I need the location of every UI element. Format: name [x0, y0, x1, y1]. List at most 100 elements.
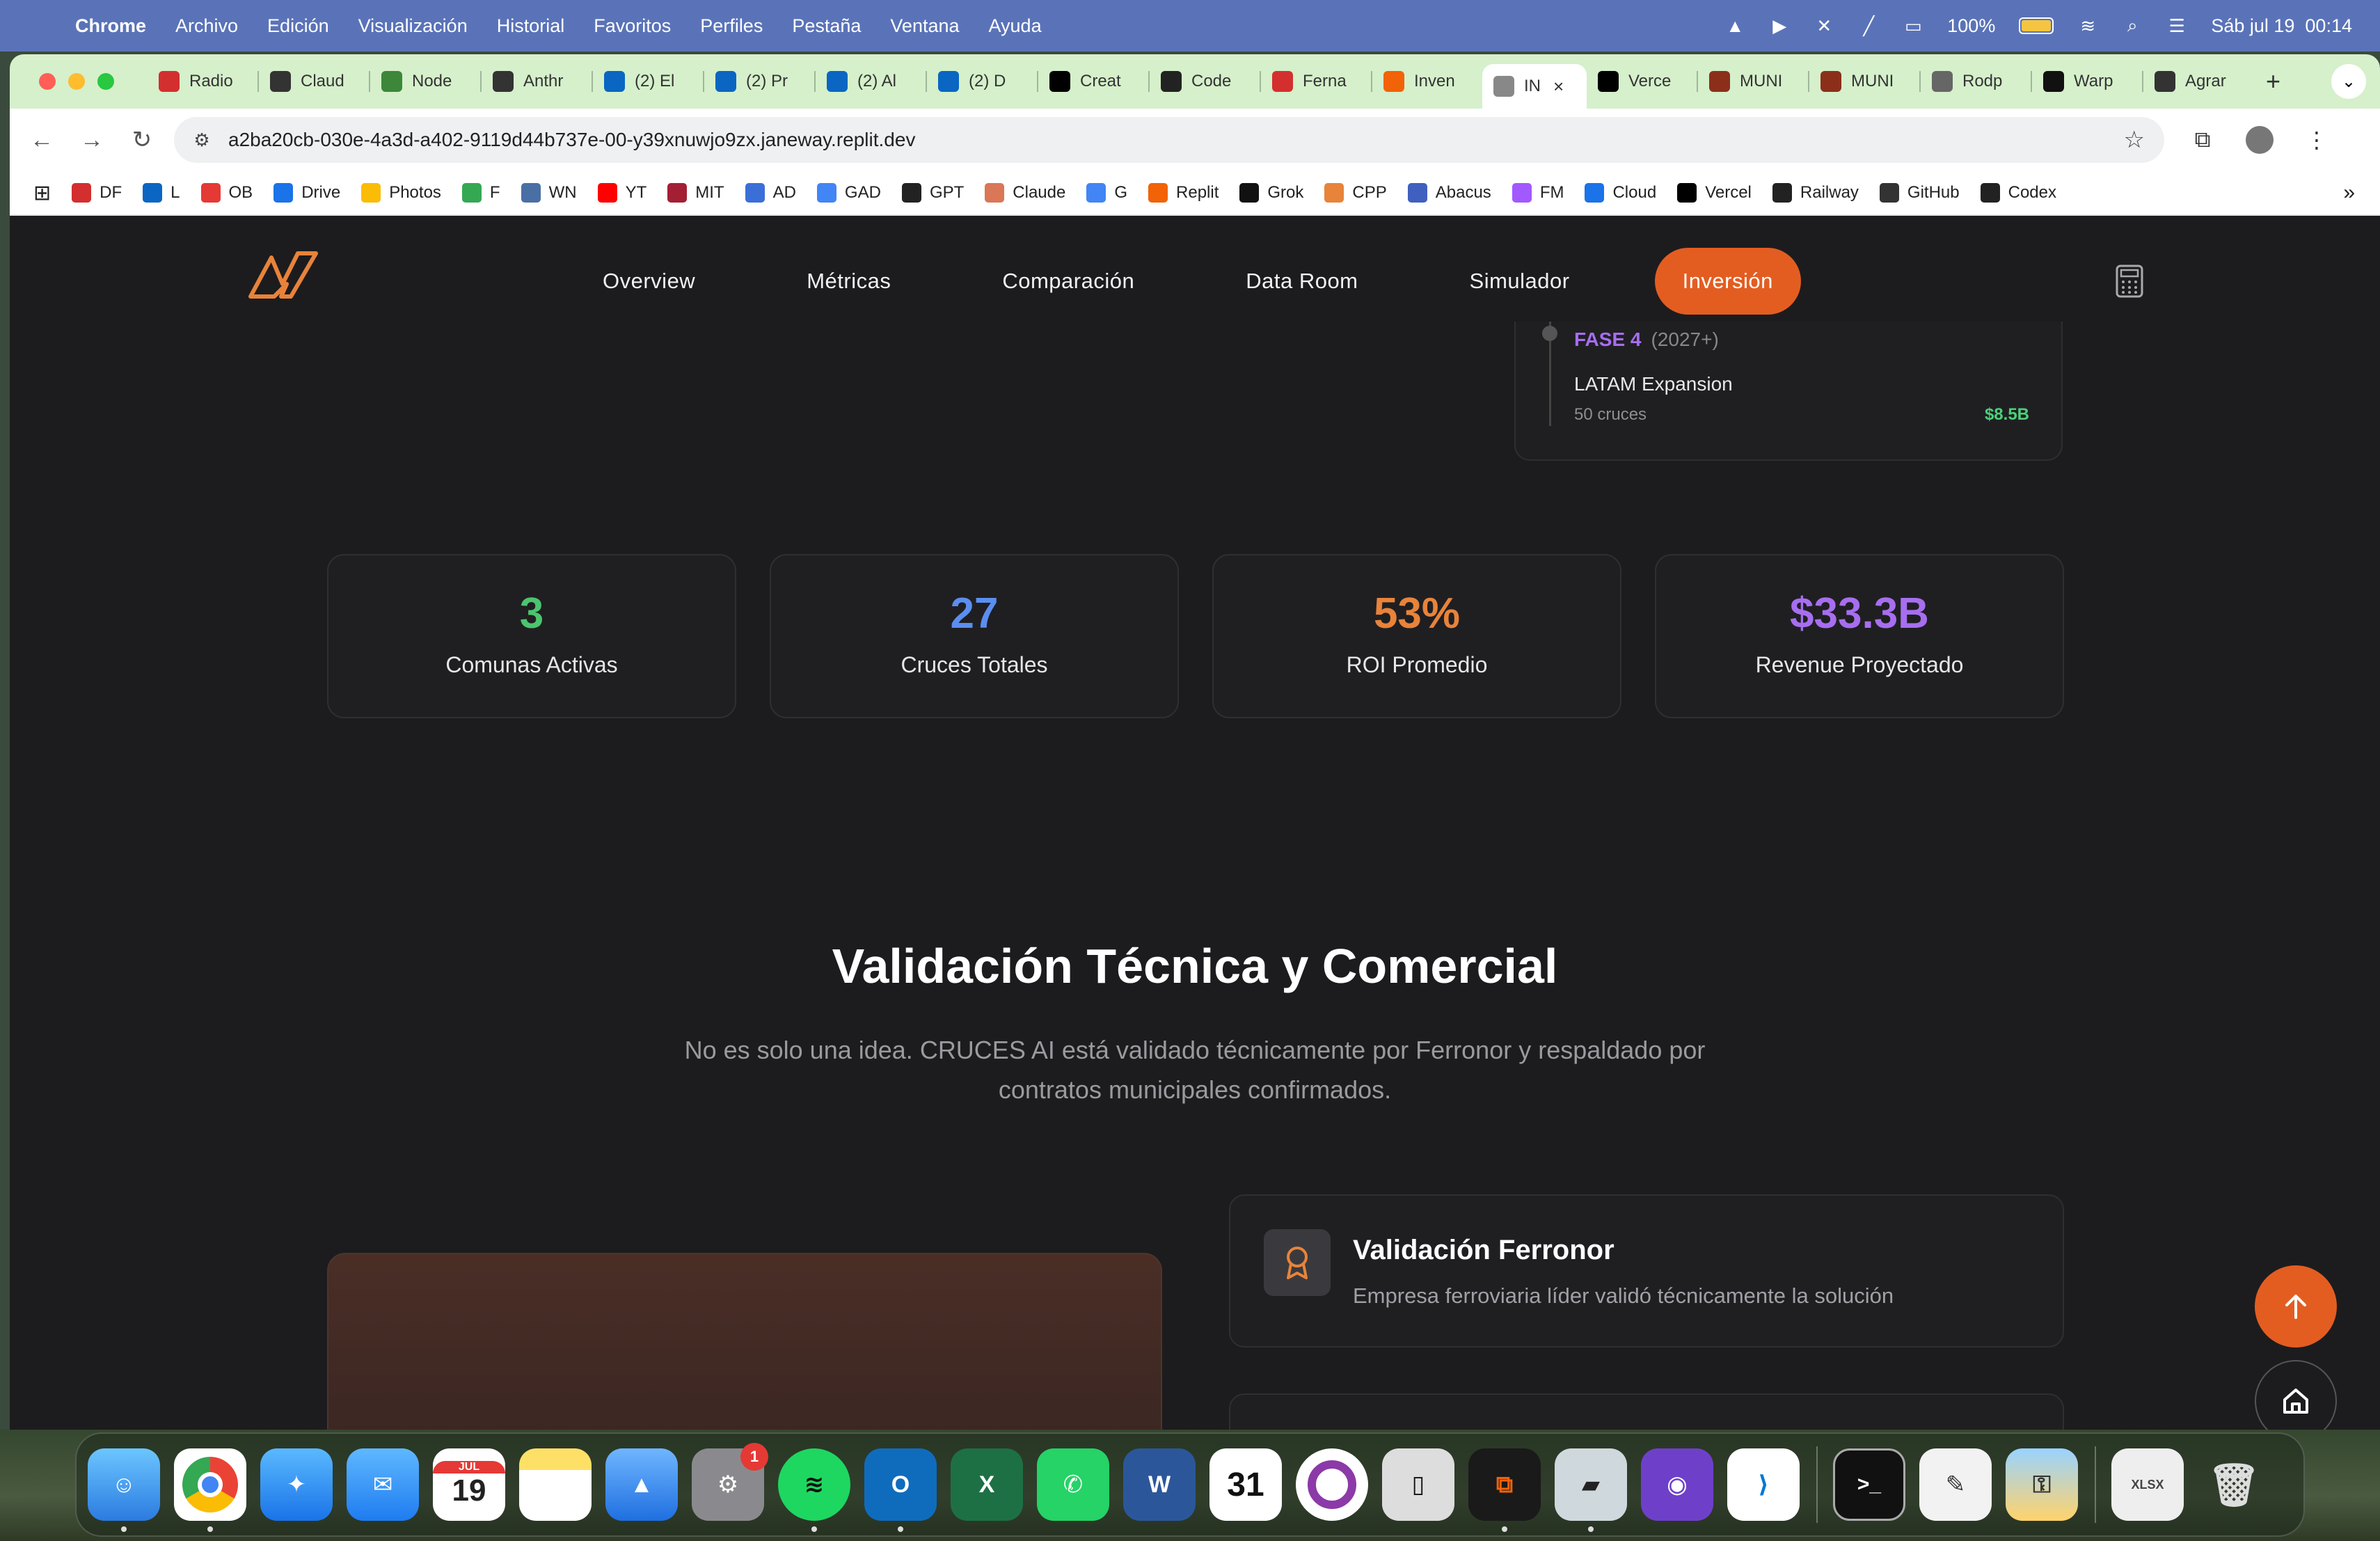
bookmark-star-icon[interactable]: ☆	[2124, 126, 2145, 154]
bookmark-claude[interactable]: Claude	[985, 183, 1065, 203]
url-text[interactable]: a2ba20cb-030e-4a3d-a402-9119d44b737e-00-…	[228, 129, 915, 151]
browser-tab[interactable]: Radio	[148, 61, 257, 102]
play-icon[interactable]: ▶	[1769, 15, 1790, 36]
bookmark-df[interactable]: DF	[72, 183, 122, 203]
nav-simulador[interactable]: Simulador	[1470, 269, 1570, 294]
menu-archivo[interactable]: Archivo	[175, 15, 238, 37]
mail-icon[interactable]: ✉	[347, 1448, 419, 1521]
site-info-icon[interactable]: ⚙	[188, 126, 216, 154]
minimize-window-button[interactable]	[68, 73, 85, 90]
bookmark-photos[interactable]: Photos	[361, 183, 441, 203]
menu-ayuda[interactable]: Ayuda	[989, 15, 1042, 37]
notes-icon[interactable]	[519, 1448, 592, 1521]
browser-tab[interactable]: Claud	[259, 61, 369, 102]
wifi-icon[interactable]: ≋	[2077, 15, 2098, 36]
browser-tab[interactable]: Anthr	[482, 61, 592, 102]
scroll-top-button[interactable]	[2255, 1265, 2337, 1348]
more-bookmarks-icon[interactable]: »	[2343, 181, 2355, 205]
nav-comparacion[interactable]: Comparación	[1002, 269, 1134, 294]
outlook-icon[interactable]: O	[864, 1448, 937, 1532]
bookmark-ob[interactable]: OB	[200, 183, 253, 203]
apps-grid-icon[interactable]: ⊞	[33, 181, 51, 205]
nav-data-room[interactable]: Data Room	[1246, 269, 1358, 294]
circle-app-icon[interactable]	[1296, 1448, 1368, 1521]
reload-icon[interactable]: ↻	[124, 122, 160, 158]
browser-tab[interactable]: (2) D	[927, 61, 1037, 102]
nav-inversion-button[interactable]: Inversión	[1654, 248, 1801, 315]
new-tab-button[interactable]: +	[2266, 67, 2280, 96]
display-icon[interactable]: ▭	[1903, 15, 1923, 36]
brand-logo[interactable]	[245, 248, 322, 301]
bookmark-grok[interactable]: Grok	[1239, 183, 1303, 203]
browser-tab[interactable]: Rodp	[1921, 61, 2031, 102]
safari-icon[interactable]: ✦	[260, 1448, 333, 1521]
spotify-icon[interactable]: ≋	[778, 1448, 850, 1532]
excel-icon[interactable]: X	[951, 1448, 1023, 1521]
bookmark-cloud[interactable]: Cloud	[1585, 183, 1656, 203]
bookmark-ad[interactable]: AD	[745, 183, 796, 203]
address-bar[interactable]: ⚙ a2ba20cb-030e-4a3d-a402-9119d44b737e-0…	[174, 117, 2164, 163]
browser-tab[interactable]: Verce	[1587, 61, 1697, 102]
menu-visualizacion[interactable]: Visualización	[358, 15, 468, 37]
menu-pestana[interactable]: Pestaña	[792, 15, 861, 37]
browser-tab[interactable]: (2) El	[593, 61, 703, 102]
trash-icon[interactable]: 🗑	[2198, 1448, 2270, 1521]
calendar-icon[interactable]: JUL 19	[433, 1448, 505, 1521]
bookmark-g[interactable]: G	[1086, 183, 1127, 203]
iphone-mirroring-icon[interactable]: ▯	[1382, 1448, 1454, 1521]
browser-tab[interactable]: MUNI	[1809, 61, 1919, 102]
bookmark-codex[interactable]: Codex	[1980, 183, 2056, 203]
bookmark-drive[interactable]: Drive	[273, 183, 340, 203]
status-app-icon[interactable]: ▲	[1724, 15, 1745, 36]
browser-tab[interactable]: (2) Al	[816, 61, 926, 102]
browser-tab[interactable]: Inven	[1372, 61, 1482, 102]
terminal-icon[interactable]: >_	[1833, 1448, 1905, 1521]
github-desktop-icon[interactable]: ◉	[1641, 1448, 1713, 1521]
zoom-window-button[interactable]	[97, 73, 114, 90]
browser-tab[interactable]: Code	[1150, 61, 1260, 102]
menu-historial[interactable]: Historial	[497, 15, 565, 37]
menu-ventana[interactable]: Ventana	[890, 15, 959, 37]
bookmark-railway[interactable]: Railway	[1772, 183, 1859, 203]
keynote-icon[interactable]: ▲	[605, 1448, 678, 1521]
finder-icon[interactable]: ☺	[88, 1448, 160, 1532]
whatsapp-icon[interactable]: ✆	[1037, 1448, 1109, 1521]
bookmark-replit[interactable]: Replit	[1148, 183, 1219, 203]
bookmark-vercel[interactable]: Vercel	[1677, 183, 1752, 203]
bookmark-github[interactable]: GitHub	[1879, 183, 1960, 203]
browser-tab[interactable]: Warp	[2032, 61, 2142, 102]
bookmark-wn[interactable]: WN	[521, 183, 577, 203]
parallels-icon[interactable]: ▰	[1555, 1448, 1627, 1532]
home-button[interactable]	[2255, 1360, 2337, 1430]
textedit-icon[interactable]: ✎	[1919, 1448, 1992, 1521]
vscode-icon[interactable]: ⟩	[1727, 1448, 1800, 1521]
passwords-icon[interactable]: ⚿	[2006, 1448, 2078, 1521]
back-icon[interactable]: ←	[24, 122, 60, 158]
search-icon[interactable]: ⌕	[2122, 15, 2143, 36]
menu-favoritos[interactable]: Favoritos	[594, 15, 671, 37]
bookmark-l[interactable]: L	[143, 183, 180, 203]
bookmark-f[interactable]: F	[461, 183, 500, 203]
close-window-button[interactable]	[39, 73, 56, 90]
system-settings-icon[interactable]: ⚙ 1	[692, 1443, 768, 1521]
profile-avatar[interactable]	[2241, 121, 2278, 159]
forward-icon[interactable]: →	[74, 122, 110, 158]
tab-search-icon[interactable]: ⌄	[2331, 64, 2366, 99]
nav-metricas[interactable]: Métricas	[807, 269, 891, 294]
browser-tab[interactable]: Node	[370, 61, 480, 102]
word-icon[interactable]: W	[1123, 1448, 1196, 1521]
bookmark-mit[interactable]: MIT	[667, 183, 724, 203]
browser-tab[interactable]: Agrar	[2143, 61, 2253, 102]
calendar-31-icon[interactable]: 31	[1209, 1448, 1282, 1521]
close-tab-icon[interactable]: ×	[1553, 76, 1564, 97]
calculator-icon[interactable]	[2114, 264, 2145, 298]
mute-icon[interactable]: ✕	[1814, 15, 1834, 36]
menu-perfiles[interactable]: Perfiles	[700, 15, 763, 37]
bookmark-gad[interactable]: GAD	[816, 183, 881, 203]
more-menu-icon[interactable]: ⋮	[2298, 121, 2335, 159]
browser-tab[interactable]: Ferna	[1261, 61, 1371, 102]
browser-tab[interactable]: (2) Pr	[704, 61, 814, 102]
bookmark-yt[interactable]: YT	[597, 183, 646, 203]
bookmark-fm[interactable]: FM	[1512, 183, 1564, 203]
browser-tab[interactable]: Creat	[1038, 61, 1148, 102]
